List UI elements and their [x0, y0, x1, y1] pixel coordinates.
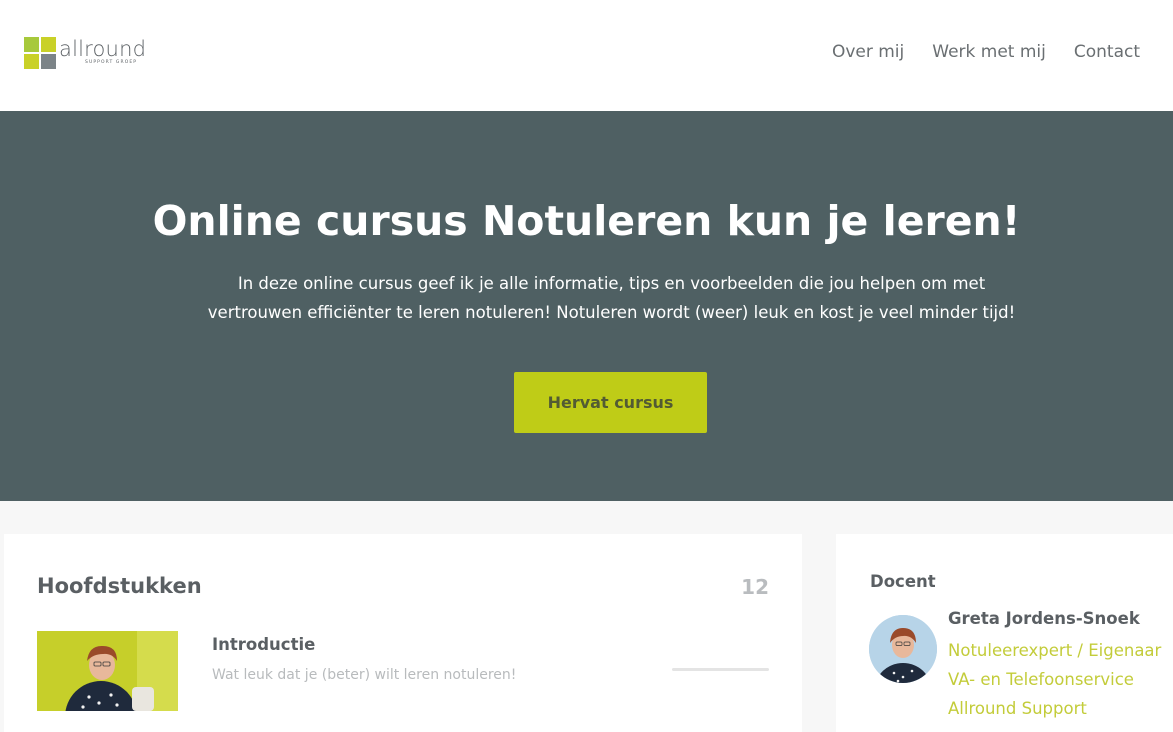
chapter-title[interactable]: Introductie — [212, 635, 315, 654]
resume-course-button[interactable]: Hervat cursus — [514, 372, 707, 433]
chapters-count: 12 — [741, 575, 769, 599]
teacher-role: Notuleerexpert / Eigenaar VA- en Telefoo… — [948, 641, 1162, 718]
hero-description: In deze online cursus geef ik je alle in… — [207, 274, 1016, 322]
chapter-subtitle: Wat leuk dat je (beter) wilt leren notul… — [212, 667, 517, 683]
teacher-label: Docent — [870, 572, 936, 591]
teacher-name: Greta Jordens-Snoek — [948, 609, 1140, 628]
logo-text: allround — [59, 37, 147, 61]
chapter-thumbnail[interactable] — [37, 631, 178, 711]
nav-contact[interactable]: Contact — [1074, 42, 1140, 62]
main-nav: Over mij Werk met mij Contact — [832, 42, 1140, 62]
teacher-avatar-image — [869, 615, 937, 683]
hero-title: Online cursus Notuleren kun je leren! — [152, 197, 1021, 245]
nav-over-mij[interactable]: Over mij — [832, 42, 904, 62]
logo-mark-icon — [24, 37, 56, 69]
site-header: allround SUPPORT GROEP Over mij Werk met… — [0, 0, 1173, 111]
chapters-title: Hoofdstukken — [37, 574, 202, 598]
chapters-panel: Hoofdstukken 12 Introductie Wat leuk dat… — [4, 534, 802, 732]
hero-section: Online cursus Notuleren kun je leren! In… — [0, 111, 1173, 501]
logo-subtitle: SUPPORT GROEP — [85, 60, 138, 65]
chapter-progress-bar — [672, 668, 769, 671]
teacher-panel: Docent Greta Jordens-Snoek Notuleerexper… — [836, 534, 1173, 732]
chapter-thumbnail-image — [37, 631, 178, 711]
nav-werk-met-mij[interactable]: Werk met mij — [932, 42, 1046, 62]
teacher-avatar — [869, 615, 937, 683]
logo[interactable]: allround SUPPORT GROEP — [24, 37, 146, 69]
